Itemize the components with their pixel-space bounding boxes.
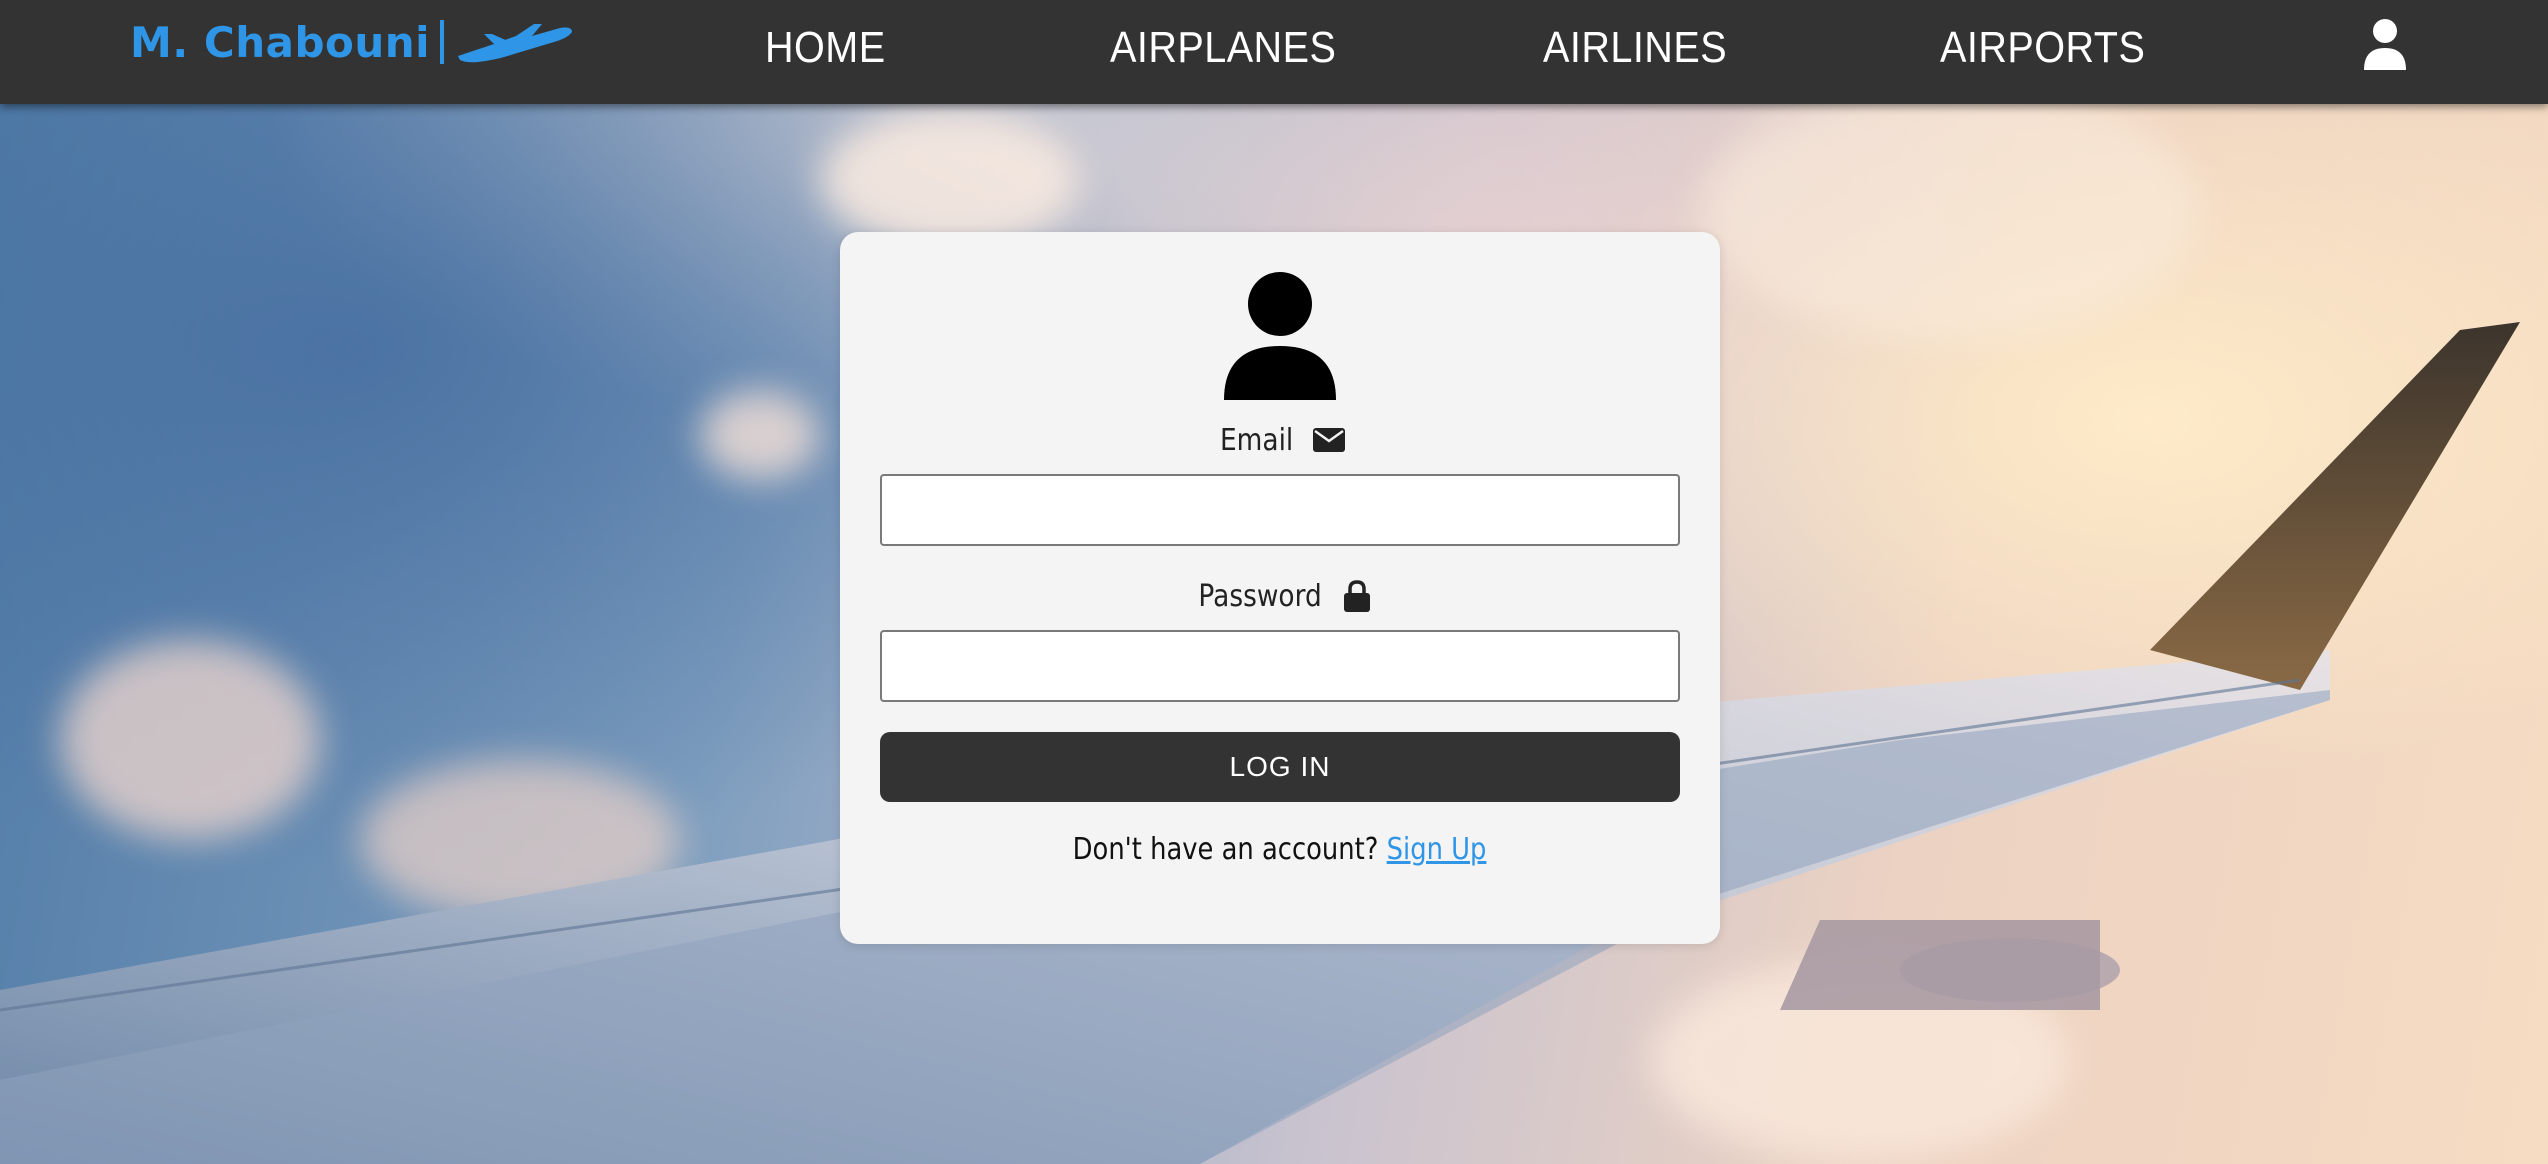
login-button[interactable]: LOG IN xyxy=(880,732,1680,802)
nav-home[interactable]: HOME xyxy=(765,18,886,78)
password-label-text: Password xyxy=(1198,578,1322,614)
nav-airplanes[interactable]: AIRPLANES xyxy=(1110,18,1336,78)
top-navbar: M. Chabouni HOME AIRPLANES AIRLINES AIRP… xyxy=(0,0,2548,104)
password-label: Password xyxy=(840,574,1720,618)
signup-prompt: Don't have an account? Sign Up xyxy=(840,832,1720,867)
brand-name: M. Chabouni xyxy=(130,17,431,67)
signup-link[interactable]: Sign Up xyxy=(1387,832,1487,867)
brand-divider xyxy=(440,20,445,64)
email-input[interactable] xyxy=(880,474,1680,546)
email-label: Email xyxy=(840,418,1720,462)
user-account-button[interactable] xyxy=(2360,18,2410,72)
email-label-text: Email xyxy=(1220,422,1294,458)
signup-prompt-text: Don't have an account? xyxy=(1073,832,1379,867)
password-input[interactable] xyxy=(880,630,1680,702)
nav-airlines[interactable]: AIRLINES xyxy=(1543,18,1727,78)
lock-icon xyxy=(1344,580,1371,612)
brand-logo[interactable]: M. Chabouni xyxy=(130,14,574,70)
envelope-icon xyxy=(1312,428,1345,452)
user-avatar-icon xyxy=(1224,272,1336,400)
airplane-icon xyxy=(458,24,573,63)
nav-airports[interactable]: AIRPORTS xyxy=(1940,18,2145,78)
login-card: Email Password LOG IN Don't have an acco… xyxy=(840,232,1720,944)
user-icon xyxy=(2364,19,2406,70)
